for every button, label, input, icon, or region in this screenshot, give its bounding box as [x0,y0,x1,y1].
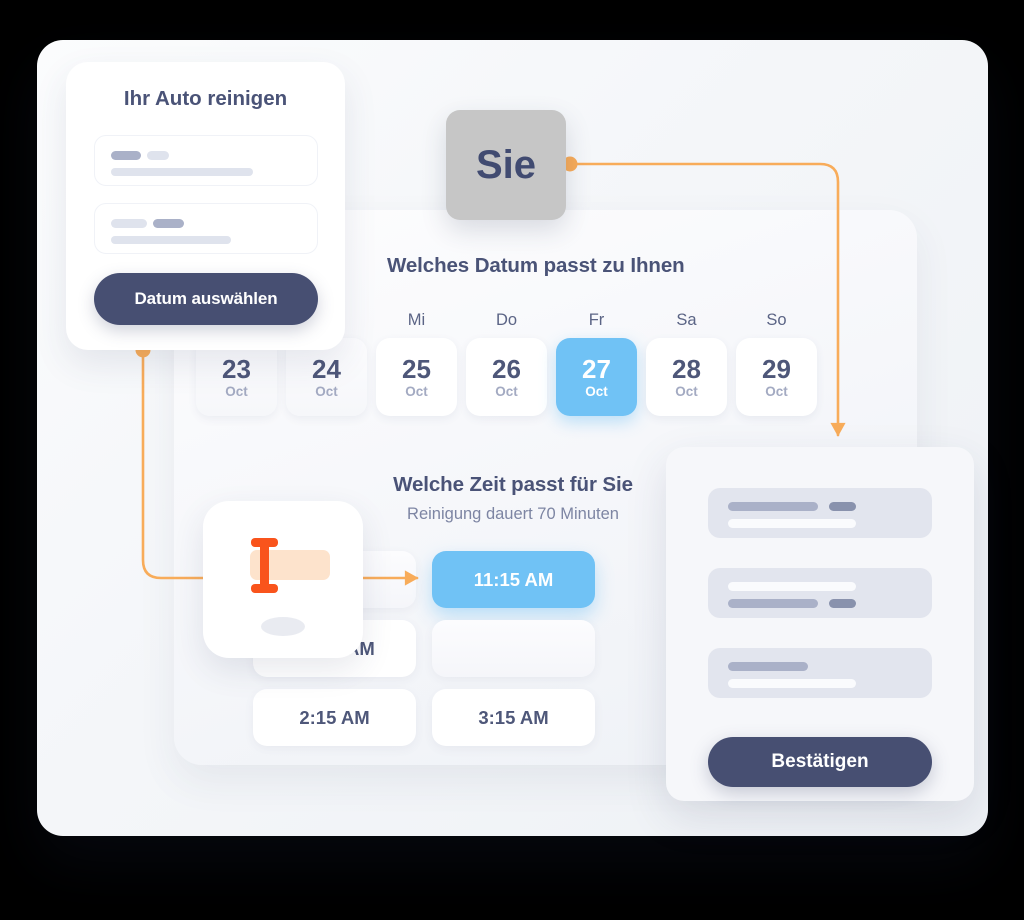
day-card[interactable]: 25 Oct [376,338,457,416]
illustration-stage: Welches Datum passt zu Ihnen 23 Oct 24 O… [0,0,1024,920]
day-weekday-label: Sa [676,311,697,329]
day-number: 24 [312,353,341,384]
field-label-bar-2 [153,219,184,228]
day-number: 29 [762,353,791,384]
summary-bar-label [728,662,808,671]
date-section-heading: Welches Datum passt zu Ihnen [387,254,685,277]
day-number: 28 [672,353,701,384]
sie-badge: Sie [446,110,566,220]
day-month: Oct [405,383,428,399]
day-month: Oct [315,383,338,399]
confirm-button[interactable]: Bestätigen [708,737,932,787]
day-month: Oct [675,383,698,399]
summary-bar-sub [728,679,856,688]
summary-bar-value [829,502,856,511]
field-label-bar-2 [147,151,169,160]
field-value-bar [111,168,253,176]
summary-bar-value [829,599,856,608]
calendar-day-28[interactable]: Sa 28 Oct [646,310,727,420]
summary-bar-sub [728,582,856,591]
day-month: Oct [765,383,788,399]
day-number: 26 [492,353,521,384]
time-section-subheading: Reinigung dauert 70 Minuten [407,505,619,523]
text-cursor-icon [251,538,278,593]
day-card[interactable]: 29 Oct [736,338,817,416]
service-field[interactable] [94,135,318,186]
summary-bar-label [728,599,818,608]
summary-bar-sub [728,519,856,528]
day-month: Oct [495,383,518,399]
day-number: 27 [582,353,611,384]
day-weekday-label: Mi [407,311,426,329]
time-slot[interactable]: 2:15 AM [253,689,416,746]
day-weekday-label: Do [495,311,518,329]
form-title: Ihr Auto reinigen [123,87,288,110]
calendar-day-25[interactable]: Mi 25 Oct [376,310,457,420]
summary-row[interactable] [708,488,932,538]
summary-row[interactable] [708,648,932,698]
summary-card: Bestätigen [666,447,974,801]
day-month: Oct [225,383,248,399]
day-weekday-label: So [766,311,787,329]
summary-row[interactable] [708,568,932,618]
field-value-bar [111,236,231,244]
day-weekday-label: Fr [588,311,605,329]
cursor-icon-card [203,501,363,658]
select-date-button[interactable]: Datum auswählen [94,273,318,325]
field-label-bar [111,151,141,160]
day-number: 25 [402,353,431,384]
vehicle-field[interactable] [94,203,318,254]
time-slot-selected[interactable]: 11:15 AM [432,551,595,608]
day-month: Oct [585,383,608,399]
day-card[interactable]: 26 Oct [466,338,547,416]
calendar-day-26[interactable]: Do 26 Oct [466,310,547,420]
field-label-bar [111,219,147,228]
calendar-day-29[interactable]: So 29 Oct [736,310,817,420]
cursor-shadow-ellipse [261,617,305,636]
day-number: 23 [222,353,251,384]
service-form-card: Ihr Auto reinigen Datum auswählen [66,62,345,350]
calendar-day-27[interactable]: Fr 27 Oct [556,310,637,420]
time-slot[interactable]: 3:15 AM [432,689,595,746]
time-slot-placeholder-left-2[interactable] [432,620,595,677]
time-section-heading: Welche Zeit passt für Sie [393,473,633,496]
day-card-selected[interactable]: 27 Oct [556,338,637,416]
day-card[interactable]: 28 Oct [646,338,727,416]
summary-bar-label [728,502,818,511]
